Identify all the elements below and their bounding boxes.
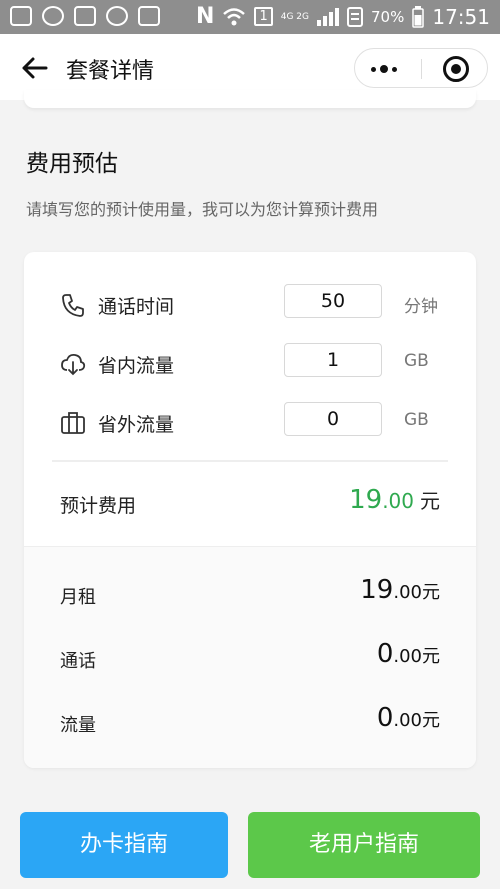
estimated-cost-int: 19 — [349, 485, 383, 515]
clock: 17:51 — [432, 4, 490, 29]
battery-icon — [412, 5, 425, 28]
battery-percent: 70% — [371, 7, 405, 26]
wechat-icon — [106, 6, 128, 26]
breakdown-row-data: 流量 0.00元 — [24, 701, 476, 741]
status-bar: N 1 4G 2G 70% 17:51 — [0, 0, 500, 34]
wifi-icon — [223, 7, 246, 25]
breakdown-row-call: 通话 0.00元 — [24, 637, 476, 677]
call-time-row: 通话时间 50 分钟 — [24, 284, 476, 324]
system-status: N 1 4G 2G 70% 17:51 — [196, 4, 490, 29]
roaming-data-input[interactable]: 0 — [284, 402, 382, 436]
breakdown-value-dec: .00元 — [393, 710, 440, 731]
estimated-cost-value: 19.00 元 — [349, 485, 440, 515]
previous-card-edge — [24, 90, 476, 108]
local-data-row: 省内流量 1 GB — [24, 343, 476, 383]
assistant-icon — [42, 6, 64, 26]
message-icon — [10, 6, 32, 26]
notification-icons — [10, 6, 160, 26]
nfc-icon: N — [196, 4, 215, 29]
divider — [52, 460, 448, 462]
section-title: 费用预估 — [26, 151, 118, 177]
page-title: 套餐详情 — [66, 59, 155, 84]
section-subtitle: 请填写您的预计使用量，我可以为您计算预计费用 — [26, 200, 379, 219]
network-type: 4G 2G — [280, 11, 310, 22]
breakdown-value-int: 0 — [376, 639, 394, 669]
estimated-cost-dec: .00 — [382, 489, 414, 513]
local-data-label: 省内流量 — [98, 355, 175, 377]
breakdown-value: 0.00元 — [377, 703, 440, 733]
more-menu-icon[interactable] — [371, 65, 397, 73]
estimate-card: 通话时间 50 分钟 省内流量 1 GB 省外流量 0 GB 预计费用 19.0… — [24, 252, 476, 768]
call-time-unit: 分钟 — [404, 297, 438, 317]
miniprogram-capsule — [354, 48, 488, 88]
luggage-icon — [61, 412, 85, 434]
breakdown-value-int: 0 — [376, 703, 394, 733]
breakdown-value-int: 19 — [360, 575, 394, 605]
call-time-label: 通话时间 — [98, 296, 175, 318]
storage-icon — [347, 6, 364, 27]
app-s-icon — [138, 6, 160, 26]
breakdown-label: 通话 — [60, 651, 96, 672]
close-miniprogram-icon[interactable] — [443, 56, 469, 82]
capsule-divider — [421, 59, 422, 79]
sim-icon: 1 — [254, 7, 273, 26]
breakdown-row-monthly: 月租 19.00元 — [24, 573, 476, 613]
roaming-data-row: 省外流量 0 GB — [24, 402, 476, 442]
cost-breakdown: 月租 19.00元 通话 0.00元 流量 0.00元 — [24, 546, 476, 768]
roaming-data-unit: GB — [404, 410, 429, 430]
old-user-guide-button[interactable]: 老用户指南 — [248, 812, 480, 878]
local-data-unit: GB — [404, 351, 429, 371]
local-data-input[interactable]: 1 — [284, 343, 382, 377]
gallery-icon — [74, 6, 96, 26]
breakdown-value: 19.00元 — [360, 575, 440, 605]
estimated-cost-label: 预计费用 — [60, 495, 137, 517]
breakdown-value-dec: .00元 — [393, 646, 440, 667]
signal-icon — [317, 7, 340, 26]
breakdown-label: 流量 — [60, 715, 96, 736]
breakdown-label: 月租 — [60, 587, 96, 608]
estimated-cost-currency: 元 — [420, 489, 440, 513]
cloud-download-icon — [61, 353, 86, 376]
call-time-input[interactable]: 50 — [284, 284, 382, 318]
breakdown-value-dec: .00元 — [393, 582, 440, 603]
apply-guide-button[interactable]: 办卡指南 — [20, 812, 228, 878]
phone-icon — [62, 294, 84, 317]
breakdown-value: 0.00元 — [377, 639, 440, 669]
back-arrow-icon[interactable] — [20, 54, 48, 82]
roaming-data-label: 省外流量 — [98, 414, 175, 436]
